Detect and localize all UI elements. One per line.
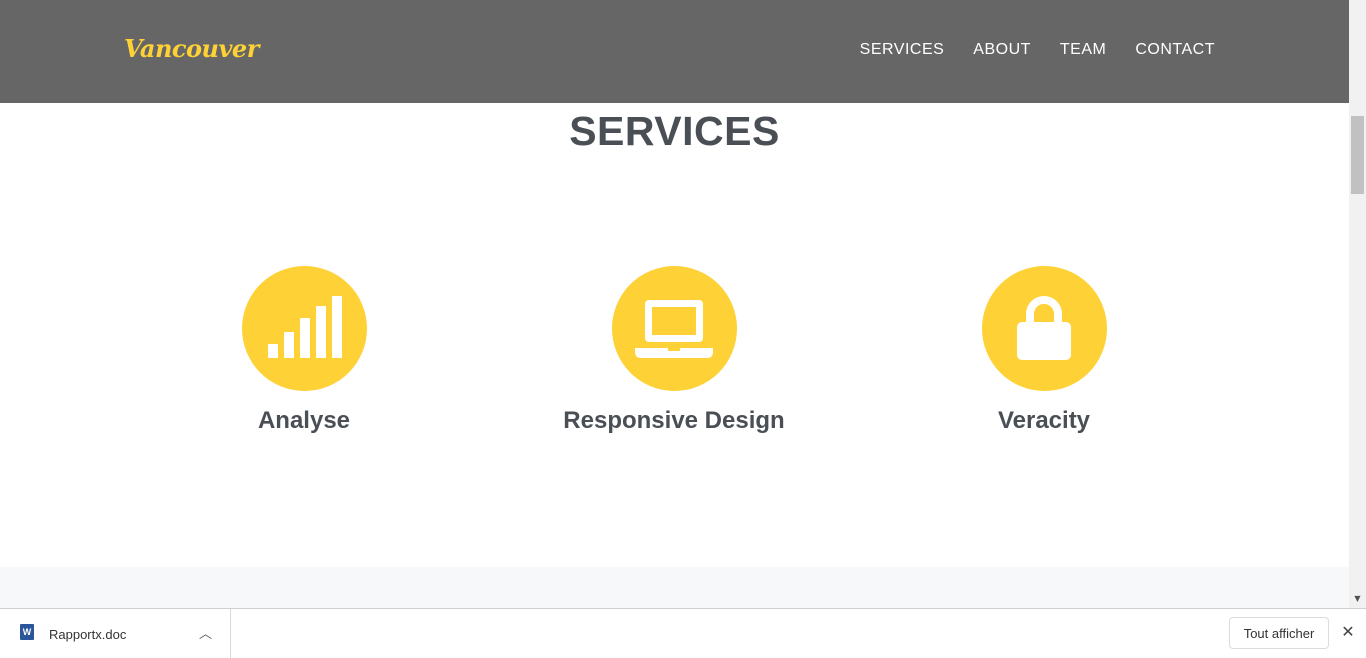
- download-file-name: Rapportx.doc: [49, 627, 127, 642]
- chevron-up-icon[interactable]: ︿: [199, 623, 212, 642]
- main-nav: SERVICES ABOUT TEAM CONTACT: [860, 41, 1215, 59]
- service-icon-circle: [981, 266, 1107, 391]
- service-icon-circle: [611, 266, 737, 391]
- close-icon[interactable]: ✕: [1338, 622, 1358, 642]
- service-label: Responsive Design: [563, 407, 785, 434]
- lock-icon: [1017, 295, 1071, 360]
- word-doc-icon: W: [20, 624, 34, 640]
- nav-link-services[interactable]: SERVICES: [860, 41, 945, 59]
- scroll-down-arrow-icon[interactable]: ▼: [1349, 592, 1366, 606]
- scrollbar-thumb[interactable]: [1351, 116, 1364, 194]
- nav-link-about[interactable]: ABOUT: [973, 41, 1031, 59]
- section-title: SERVICES: [569, 108, 780, 154]
- bar-chart-icon: [268, 295, 342, 358]
- service-analyse: Analyse: [144, 266, 464, 435]
- service-label: Analyse: [257, 407, 351, 434]
- next-section-band: [0, 567, 1349, 608]
- brand-logo[interactable]: Vancouver: [124, 34, 259, 63]
- download-item[interactable]: W Rapportx.doc ︿: [0, 609, 231, 658]
- service-responsive-design: Responsive Design: [514, 266, 834, 435]
- service-icon-circle: [241, 266, 367, 391]
- laptop-icon: [635, 299, 713, 358]
- show-all-downloads-button[interactable]: Tout afficher: [1229, 617, 1329, 649]
- top-navbar: Vancouver SERVICES ABOUT TEAM CONTACT: [0, 0, 1349, 103]
- nav-link-contact[interactable]: CONTACT: [1135, 41, 1215, 59]
- page-scrollbar[interactable]: ▼: [1349, 0, 1366, 608]
- download-bar: W Rapportx.doc ︿ Tout afficher ✕: [0, 608, 1366, 658]
- service-veracity: Veracity: [884, 266, 1204, 435]
- service-label: Veracity: [997, 407, 1091, 434]
- nav-link-team[interactable]: TEAM: [1060, 41, 1106, 59]
